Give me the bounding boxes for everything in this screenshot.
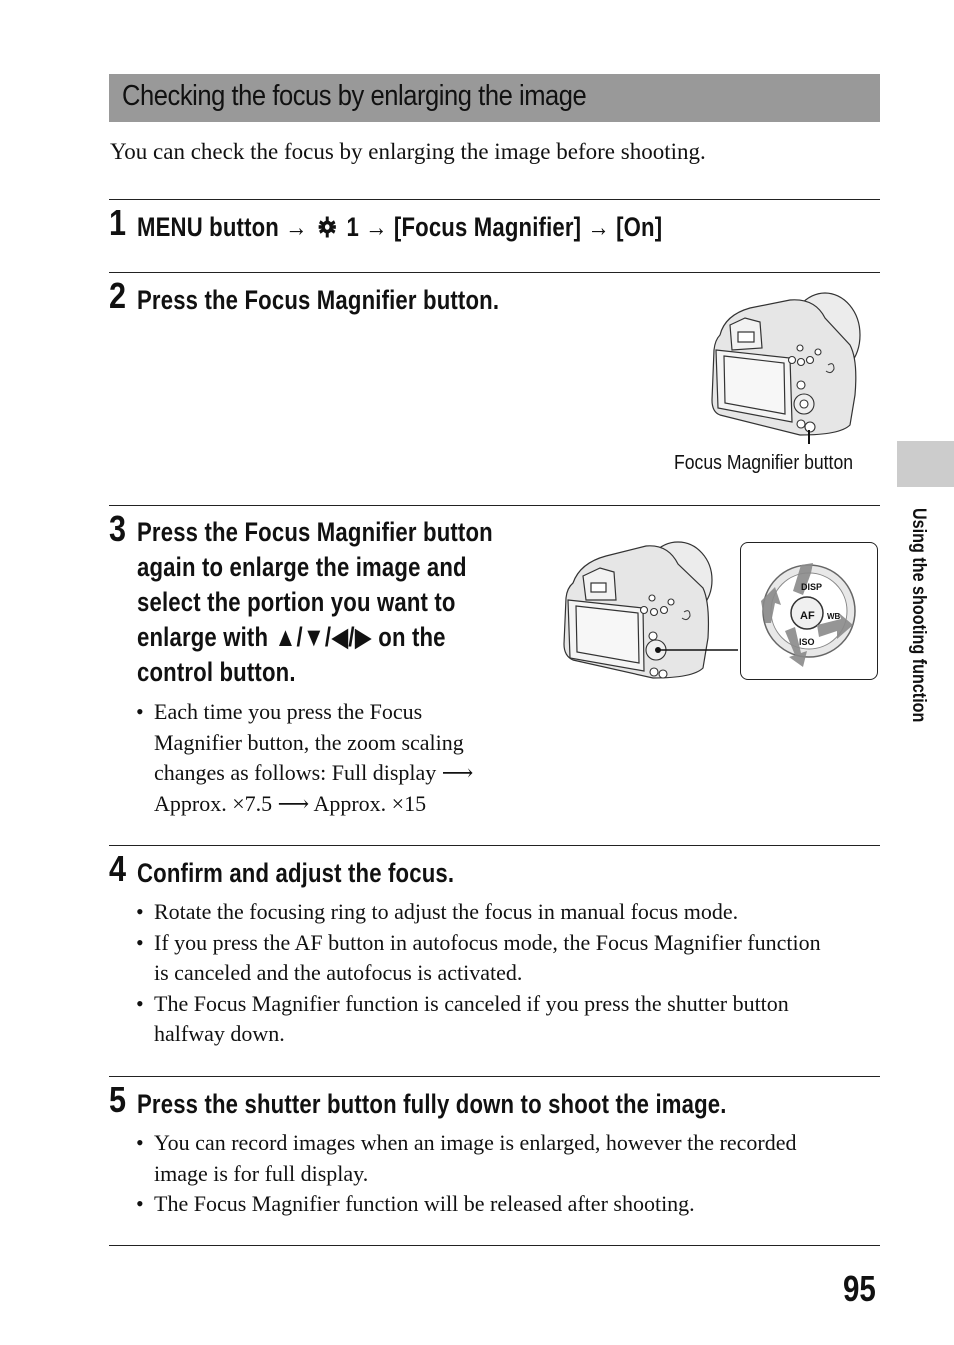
- menu-tab-number: 1: [346, 212, 359, 242]
- step-5-heading: Press the shutter button fully down to s…: [137, 1089, 727, 1119]
- iso-label: ISO: [799, 637, 815, 647]
- arrow: →: [587, 212, 610, 242]
- divider: [109, 272, 880, 273]
- step-5-notes: You can record images when an image is e…: [136, 1128, 796, 1220]
- divider: [109, 1076, 880, 1077]
- disp-label: DISP: [801, 582, 822, 592]
- step-1-heading: MENU button → 1 → [Focus Magnifier] → [O…: [137, 210, 662, 248]
- camera-control-button-illustration: [563, 541, 738, 679]
- note-item: Each time you press the Focus Magnifier …: [136, 697, 473, 819]
- chapter-thumb-tab: [897, 441, 954, 487]
- step-1-number: 1: [109, 202, 127, 243]
- intro-text: You can check the focus by enlarging the…: [110, 139, 706, 164]
- focus-magnifier-button-caption: Focus Magnifier button: [674, 452, 854, 474]
- step-3-heading-line: again to enlarge the image and: [137, 552, 467, 582]
- divider: [109, 199, 880, 200]
- step-3-heading-line: enlarge with ▲/▼/◀/▶ on the: [137, 622, 446, 652]
- control-button-illustration: AF DISP WB ISO: [761, 563, 856, 667]
- note-item: Rotate the focusing ring to adjust the f…: [136, 897, 821, 928]
- arrow: →: [365, 212, 388, 242]
- section-header-bar: Checking the focus by enlarging the imag…: [109, 74, 880, 122]
- note-item: The Focus Magnifier function will be rel…: [136, 1189, 796, 1220]
- step-2-number: 2: [109, 275, 127, 316]
- note-item: The Focus Magnifier function is canceled…: [136, 989, 821, 1050]
- section-title: Checking the focus by enlarging the imag…: [122, 80, 587, 112]
- step-4-number: 4: [109, 848, 127, 889]
- step-2-heading: Press the Focus Magnifier button.: [137, 285, 500, 315]
- divider: [109, 505, 880, 506]
- note-item: If you press the AF button in autofocus …: [136, 928, 821, 989]
- gear-icon: [317, 213, 337, 248]
- control-button-inset: AF DISP WB ISO: [740, 542, 878, 680]
- camera-back-illustration: [711, 292, 861, 444]
- step-4-heading: Confirm and adjust the focus.: [137, 858, 455, 888]
- af-label: AF: [800, 610, 815, 622]
- page-number: 95: [843, 1268, 876, 1309]
- step-3-heading-line: select the portion you want to: [137, 587, 456, 617]
- chapter-side-label: Using the shooting function: [908, 508, 929, 723]
- step-3-heading: Press the Focus Magnifier button again t…: [137, 515, 493, 690]
- note-item: You can record images when an image is e…: [136, 1128, 796, 1189]
- step-4-notes: Rotate the focusing ring to adjust the f…: [136, 897, 821, 1050]
- step-3-heading-line: control button.: [137, 657, 296, 687]
- menu-button-label: MENU button: [137, 212, 279, 242]
- on-value: [On]: [616, 212, 663, 242]
- focus-magnifier-item: [Focus Magnifier]: [393, 212, 582, 242]
- wb-label: WB: [827, 612, 841, 621]
- step-5-number: 5: [109, 1079, 127, 1120]
- step-3-notes: Each time you press the Focus Magnifier …: [136, 697, 473, 819]
- divider: [109, 1245, 880, 1246]
- step-3-heading-line: Press the Focus Magnifier button: [137, 517, 493, 547]
- arrow: →: [285, 212, 308, 242]
- step-3-number: 3: [109, 508, 127, 549]
- divider: [109, 845, 880, 846]
